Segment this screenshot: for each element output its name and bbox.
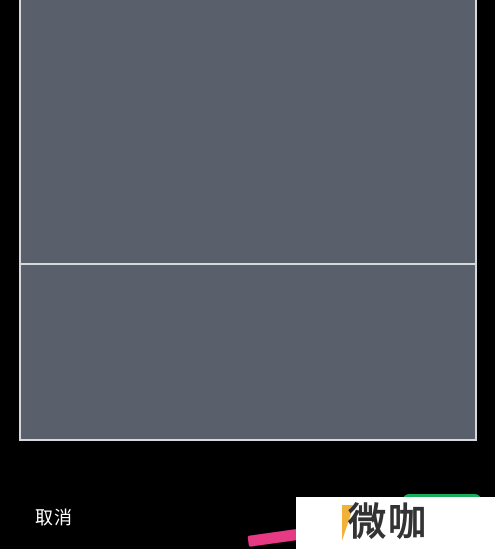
crop-guide-line (21, 263, 475, 265)
image-crop-screen: 取消 微咖 (0, 0, 495, 549)
watermark-text: 微咖 (348, 500, 429, 544)
cancel-button[interactable]: 取消 (35, 504, 73, 530)
watermark-logo: 微咖 (296, 497, 495, 549)
crop-frame[interactable] (19, 0, 477, 441)
